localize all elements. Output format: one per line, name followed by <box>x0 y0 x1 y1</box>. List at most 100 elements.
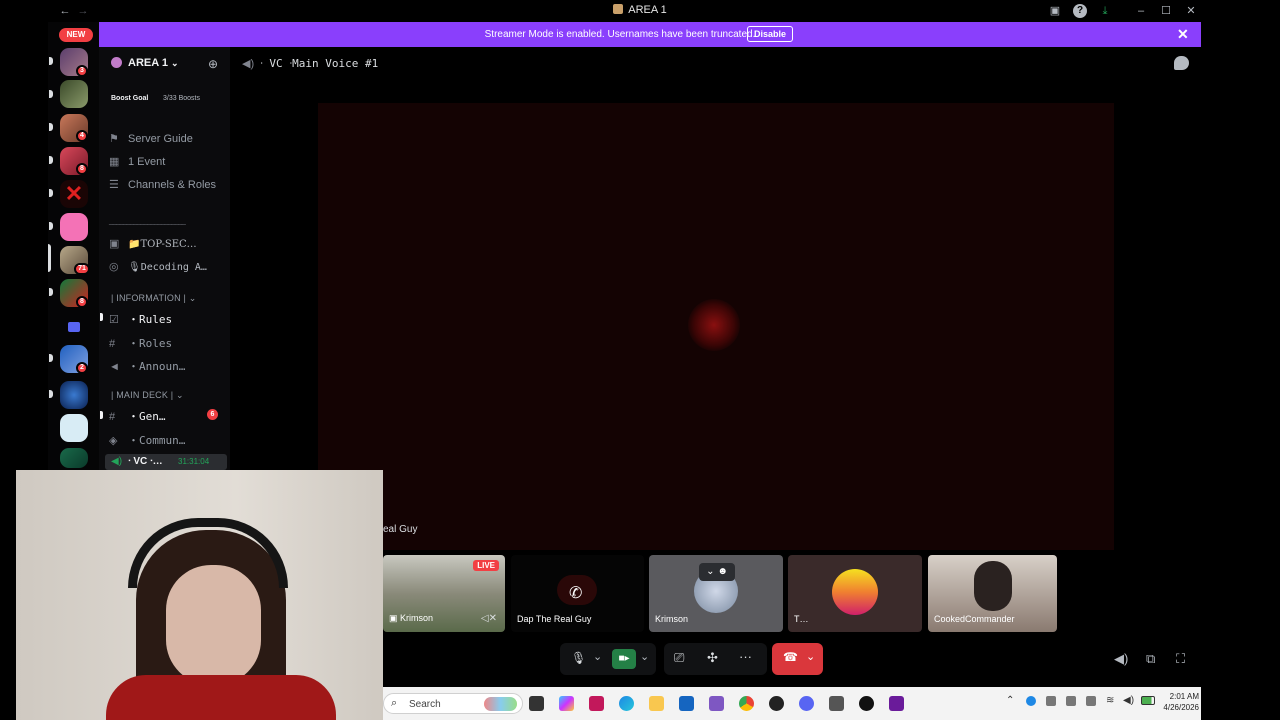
participant-tile[interactable]: ✆ Dap The Real Guy <box>511 555 644 632</box>
camera-app-icon[interactable] <box>829 696 844 711</box>
category-main-deck[interactable]: | MAIN DECK | ⌄ <box>111 390 184 401</box>
download-icon[interactable]: ⤓ <box>1098 4 1112 18</box>
tray-icon[interactable] <box>1086 696 1096 706</box>
hang-up-button[interactable]: ☎ ⌄ <box>772 643 823 675</box>
store-icon[interactable] <box>679 696 694 711</box>
channel-announcements[interactable]: ◄ ・Announ… <box>109 358 185 374</box>
hang-up-icon: ☎ <box>783 650 798 664</box>
unread-pip <box>100 313 103 321</box>
chevron-down-icon[interactable]: ⌄ <box>640 650 649 663</box>
participant-tile[interactable]: T… <box>788 555 922 632</box>
close-banner-icon[interactable]: ✕ <box>1177 26 1189 43</box>
invite-people-icon[interactable]: ⊕ <box>208 57 218 71</box>
chevron-down-icon: ⌄ <box>171 58 179 68</box>
unread-pip <box>49 189 53 197</box>
clock-date: 4/26/2026 <box>1163 703 1199 712</box>
edge-icon[interactable] <box>619 696 634 711</box>
server-icon[interactable] <box>60 381 88 409</box>
tray-icon[interactable] <box>1046 696 1056 706</box>
minimize-icon[interactable]: – <box>1134 4 1148 18</box>
participant-tile[interactable]: ⌄ ☻ Krimson <box>649 555 783 632</box>
fullscreen-icon[interactable]: ⛶ <box>1176 651 1185 667</box>
channel-decoding[interactable]: ◎ 🎙Decoding A… <box>109 260 207 273</box>
focused-video-stream[interactable] <box>318 103 1114 550</box>
microphone-icon[interactable]: 🎙 <box>571 651 586 665</box>
windows-taskbar: ⌕ Search ⌃ ≋ ◀) 2:01 AM 4/26/2026 <box>383 687 1201 720</box>
chrome-icon[interactable] <box>739 696 754 711</box>
server-icon[interactable] <box>60 448 88 468</box>
voice-channel-name: ᐧ VC ᐧ… <box>128 456 163 467</box>
channel-community[interactable]: ◈ ・Commun… <box>109 432 185 448</box>
banner-message: Streamer Mode is enabled. Usernames have… <box>484 29 756 40</box>
tray-icon[interactable] <box>1026 696 1036 706</box>
pop-out-icon[interactable]: ⧉ <box>1146 651 1155 667</box>
server-name[interactable]: AREA 1 ⌄ <box>128 57 179 69</box>
screen-share-icon[interactable]: ⎚ <box>674 650 684 666</box>
mention-badge: 8 <box>76 296 88 308</box>
more-icon[interactable]: ··· <box>739 649 752 664</box>
channel-rules[interactable]: ☑ ・Rules <box>109 311 172 327</box>
sidebar-item-events[interactable]: ▦ 1 Event <box>109 155 165 168</box>
streamer-mode-banner: Streamer Mode is enabled. Usernames have… <box>99 22 1201 47</box>
close-window-icon[interactable]: ✕ <box>1184 4 1198 18</box>
camera-icon[interactable]: ■▸ <box>612 649 636 669</box>
sidebar-item-channels-roles[interactable]: ☰ Channels & Roles <box>109 178 216 191</box>
server-icon[interactable] <box>60 213 88 241</box>
wifi-icon[interactable]: ≋ <box>1106 695 1114 706</box>
app-icon[interactable] <box>769 696 784 711</box>
chevron-down-icon[interactable]: ⌄ <box>806 650 815 663</box>
participant-video <box>974 561 1012 611</box>
task-view-icon[interactable] <box>529 696 544 711</box>
app-icon[interactable] <box>589 696 604 711</box>
chevron-down-icon[interactable]: ⌄ <box>593 650 602 663</box>
tray-icon[interactable] <box>1066 696 1076 706</box>
server-icon[interactable]: ✕ <box>60 180 88 208</box>
audio-video-controls: 🎙 ⌄ ■▸ ⌄ <box>560 643 656 675</box>
image-channel-icon: ▣ <box>109 238 120 250</box>
participant-tile[interactable]: LIVE ▣ Krimson ◁✕ <box>383 555 505 632</box>
discord-icon[interactable] <box>799 696 814 711</box>
chevron-up-icon[interactable]: ⌃ <box>1006 695 1014 706</box>
channel-top-secret[interactable]: ▣ 📁TOP-SEC… <box>109 237 197 250</box>
mention-badge: 2 <box>76 362 88 374</box>
boost-goal-bar[interactable]: Boost Goal 3/33 Boosts <box>107 93 217 107</box>
new-badge[interactable]: NEW <box>59 28 93 42</box>
activities-icon[interactable]: ✣ <box>707 650 718 666</box>
file-explorer-icon[interactable] <box>649 696 664 711</box>
participant-tile[interactable]: CookedCommander <box>928 555 1057 632</box>
unread-pip <box>100 411 103 419</box>
folder-icon[interactable] <box>68 322 80 332</box>
megaphone-icon: ◄ <box>109 361 120 373</box>
app-icon[interactable] <box>709 696 724 711</box>
channel-general[interactable]: # ・Gen… <box>109 408 166 424</box>
app-icon[interactable] <box>889 696 904 711</box>
channel-roles[interactable]: # ・Roles <box>109 335 172 351</box>
mention-badge: 6 <box>207 409 218 420</box>
server-icon[interactable] <box>60 414 88 442</box>
maximize-icon[interactable]: ☐ <box>1159 4 1173 18</box>
help-icon[interactable]: ? <box>1073 4 1087 18</box>
unread-pip <box>49 222 53 230</box>
taskbar-clock[interactable]: 2:01 AM 4/26/2026 <box>1161 691 1199 713</box>
search-icon: ⌕ <box>391 697 398 709</box>
media-player-icon[interactable] <box>859 696 874 711</box>
speaker-icon[interactable]: ◀) <box>1123 695 1134 706</box>
volume-icon[interactable]: ◀) <box>1114 651 1128 667</box>
category-information[interactable]: | INFORMATION | ⌄ <box>111 293 196 304</box>
disable-streamer-mode-button[interactable]: Disable <box>747 26 793 42</box>
sidebar-item-server-guide[interactable]: ⚑ Server Guide <box>109 132 193 145</box>
participant-menu[interactable]: ⌄ ☻ <box>699 563 735 581</box>
taskbar-search-box[interactable]: ⌕ Search <box>383 693 523 714</box>
battery-icon[interactable] <box>1141 696 1155 705</box>
voice-speaker-icon: ◀) <box>111 456 123 467</box>
active-voice-channel[interactable]: ◀) ᐧ VC ᐧ… 31:31:04 <box>105 454 227 470</box>
copilot-icon[interactable] <box>559 696 574 711</box>
screen-share-icon[interactable]: ▣ <box>1048 4 1062 18</box>
webcam-person-shirt <box>106 675 336 720</box>
chat-bubble-icon[interactable] <box>1174 56 1189 70</box>
stage-channel-icon: ◎ <box>109 261 119 273</box>
server-icon[interactable] <box>60 80 88 108</box>
unread-pip <box>49 57 53 65</box>
server-avatar-icon <box>111 57 122 68</box>
server-logo-icon <box>613 4 624 14</box>
